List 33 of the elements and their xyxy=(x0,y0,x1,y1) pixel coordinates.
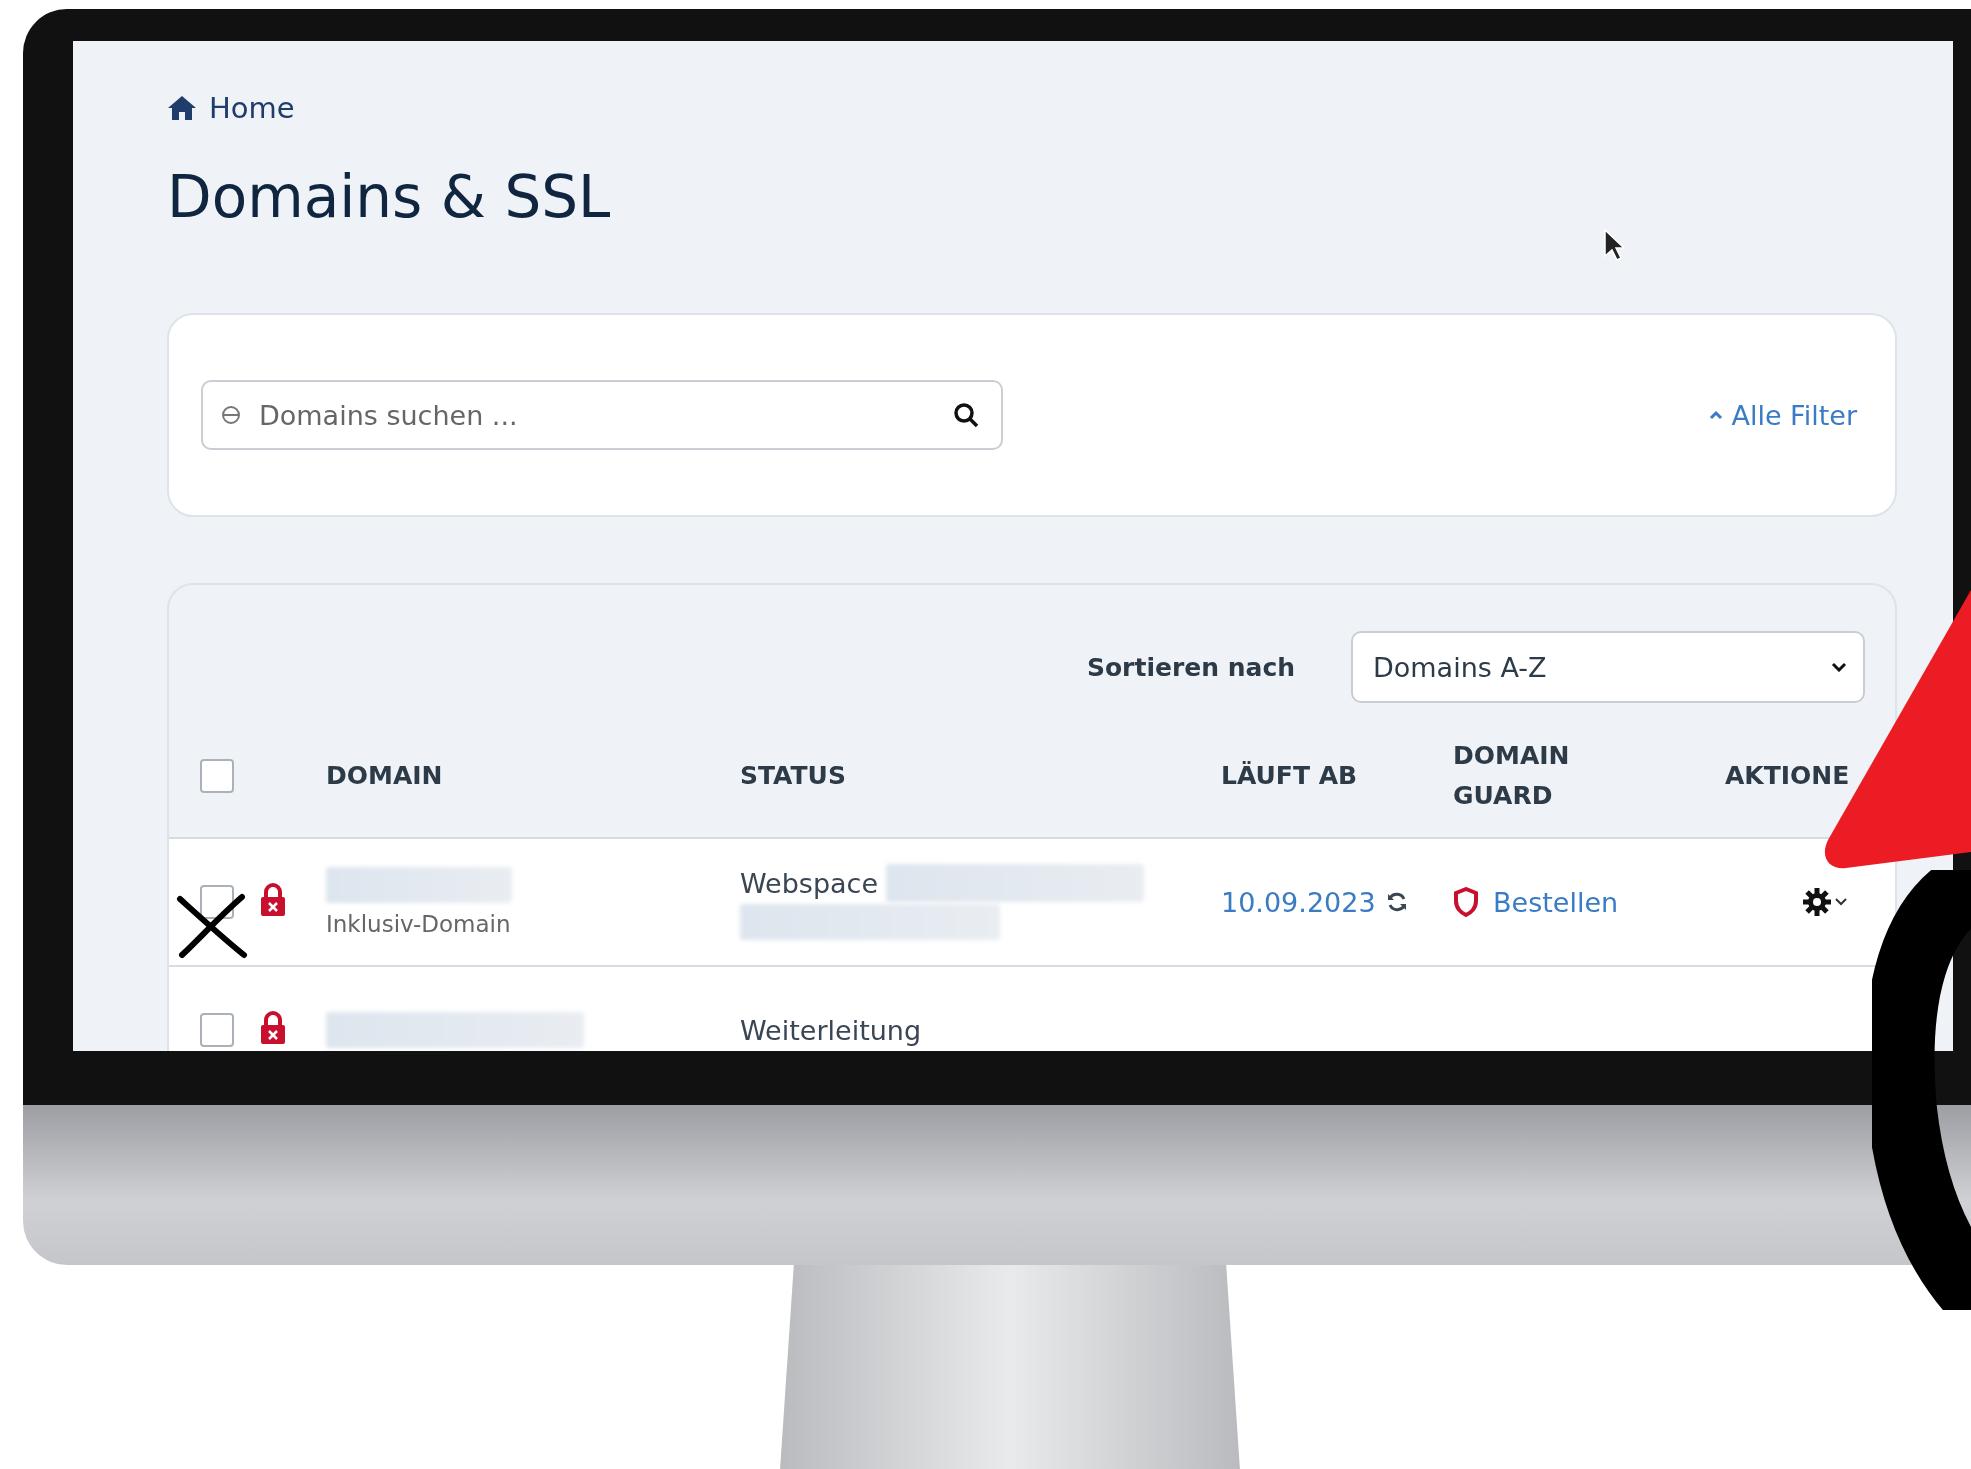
expiry-date: 10.09.2023 xyxy=(1221,886,1376,918)
settings-icon xyxy=(1803,888,1831,916)
settings-dropdown[interactable] xyxy=(1803,888,1847,916)
shield-icon xyxy=(1453,887,1479,917)
search-icon[interactable] xyxy=(953,402,979,428)
sort-dropdown[interactable]: Domains A-Z xyxy=(1351,631,1865,703)
column-header: STATUS xyxy=(740,760,847,792)
cursor-icon xyxy=(1603,228,1625,262)
order-link[interactable]: Bestellen xyxy=(1453,886,1619,918)
status-text: Webspace xyxy=(740,867,879,899)
page-title: Domains & SSL xyxy=(167,163,612,231)
home-icon xyxy=(167,95,197,121)
select-all-checkbox[interactable] xyxy=(200,759,234,793)
breadcrumb-link[interactable]: Home xyxy=(209,91,295,125)
search-field[interactable]: Domains suchen ... xyxy=(201,380,1003,450)
cross-mark-icon xyxy=(176,893,248,959)
column-header: DOMAIN GUARD xyxy=(1453,740,1571,812)
caret-icon xyxy=(1835,898,1847,906)
renew-icon[interactable] xyxy=(1385,891,1408,913)
globe-icon xyxy=(221,405,241,425)
lock-icon xyxy=(260,1011,286,1045)
column-header: DOMAIN xyxy=(326,760,444,792)
lock-icon xyxy=(260,883,286,917)
domain-note: Inklusiv-Domain xyxy=(326,911,512,937)
search-input[interactable]: Domains suchen ... xyxy=(257,398,937,432)
caret-icon xyxy=(1831,662,1847,672)
column-header: AKTIONE xyxy=(1725,760,1851,792)
filter-toggle[interactable]: Alle Filter xyxy=(1703,398,1863,432)
sort-label: Sortieren nach xyxy=(1086,652,1295,682)
column-header: LÄUFT AB xyxy=(1221,760,1359,792)
row-checkbox[interactable] xyxy=(200,1013,234,1047)
chevron-icon xyxy=(1709,410,1724,420)
status-text: Weiterleitung xyxy=(740,1014,922,1046)
